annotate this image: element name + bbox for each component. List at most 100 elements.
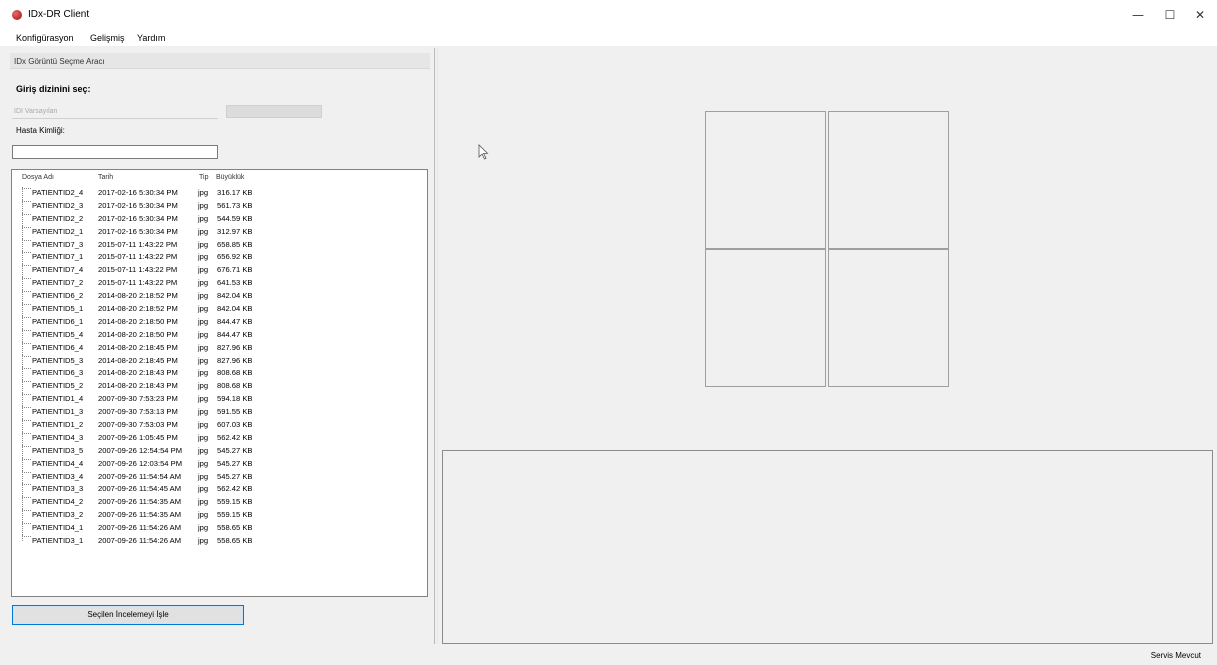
file-size-cell: 842.04 KB bbox=[217, 291, 253, 301]
image-tile-3[interactable] bbox=[705, 249, 826, 387]
column-header-type[interactable]: Tip bbox=[199, 174, 208, 181]
file-name-cell: PATIENTID6_4 bbox=[32, 342, 84, 352]
tree-connector bbox=[22, 536, 31, 538]
file-list-row[interactable]: PATIENTID2_1 2017-02-16 5:30:34 PM jpg 312.… bbox=[12, 225, 427, 239]
file-list-row[interactable]: PATIENTID3_3 2007-09-26 11:54:45 AM jpg 562… bbox=[12, 483, 427, 497]
file-list-row[interactable]: PATIENTID4_1 2007-09-26 11:54:26 AM jpg 558… bbox=[12, 522, 427, 536]
image-tile-4[interactable] bbox=[828, 249, 949, 387]
file-date-cell: 2014-08-20 2:18:50 PM bbox=[98, 316, 178, 326]
image-tile-2[interactable] bbox=[828, 111, 949, 249]
file-list-row[interactable]: PATIENTID5_2 2014-08-20 2:18:43 PM jpg 808.… bbox=[12, 380, 427, 394]
file-type-cell: jpg bbox=[198, 484, 209, 494]
file-size-cell: 558.65 KB bbox=[217, 523, 253, 533]
tree-connector bbox=[22, 226, 31, 228]
image-tile-1[interactable] bbox=[705, 111, 826, 249]
file-type-cell: jpg bbox=[198, 432, 209, 442]
file-name-cell: PATIENTID7_2 bbox=[32, 278, 84, 288]
column-header-filename[interactable]: Dosya Adı bbox=[22, 174, 54, 181]
title-bar: IDx-DR Client — ☐ ✕ bbox=[0, 0, 1217, 30]
file-date-cell: 2017-02-16 5:30:34 PM bbox=[98, 213, 178, 223]
file-name-cell: PATIENTID6_1 bbox=[32, 316, 84, 326]
file-type-cell: jpg bbox=[198, 291, 209, 301]
file-size-cell: 844.47 KB bbox=[217, 316, 253, 326]
file-list-row[interactable]: PATIENTID4_2 2007-09-26 11:54:35 AM jpg 559… bbox=[12, 496, 427, 510]
file-name-cell: PATIENTID2_1 bbox=[32, 226, 84, 236]
file-date-cell: 2017-02-16 5:30:34 PM bbox=[98, 226, 178, 236]
menu-advanced[interactable]: Gelişmiş bbox=[90, 33, 125, 43]
file-list-row[interactable]: PATIENTID3_4 2007-09-26 11:54:54 AM jpg 545… bbox=[12, 470, 427, 484]
file-list-row[interactable]: PATIENTID2_4 2017-02-16 5:30:34 PM jpg 316.… bbox=[12, 187, 427, 200]
file-list-row[interactable]: PATIENTID3_5 2007-09-26 12:54:54 PM jpg 545… bbox=[12, 444, 427, 458]
file-size-cell: 544.59 KB bbox=[217, 213, 253, 223]
file-list-row[interactable]: PATIENTID5_3 2014-08-20 2:18:45 PM jpg 827.… bbox=[12, 354, 427, 368]
tree-connector bbox=[22, 291, 31, 293]
file-list-row[interactable]: PATIENTID6_4 2014-08-20 2:18:45 PM jpg 827.… bbox=[12, 341, 427, 355]
file-type-cell: jpg bbox=[198, 458, 209, 468]
menu-configuration[interactable]: Konfigürasyon bbox=[16, 33, 74, 43]
file-list-row[interactable]: PATIENTID7_1 2015-07-11 1:43:22 PM jpg 656.… bbox=[12, 251, 427, 265]
tree-connector bbox=[22, 368, 31, 370]
column-header-date[interactable]: Tarih bbox=[98, 174, 113, 181]
image-viewer bbox=[442, 48, 1213, 448]
file-size-cell: 827.96 KB bbox=[217, 342, 253, 352]
column-header-size[interactable]: Büyüklük bbox=[216, 174, 244, 181]
patient-id-field[interactable] bbox=[12, 145, 218, 159]
tree-connector bbox=[22, 329, 31, 331]
file-name-cell: PATIENTID3_1 bbox=[32, 536, 84, 546]
process-selected-button[interactable]: Seçilen İncelemeyi İşle bbox=[12, 605, 244, 625]
file-list-header: Dosya Adı Tarih Tip Büyüklük bbox=[12, 170, 427, 184]
tree-connector bbox=[22, 316, 31, 318]
file-list-row[interactable]: PATIENTID4_3 2007-09-26 1:05:45 PM jpg 562.… bbox=[12, 431, 427, 445]
tree-connector bbox=[22, 407, 31, 409]
file-list-row[interactable]: PATIENTID7_2 2015-07-11 1:43:22 PM jpg 641.… bbox=[12, 277, 427, 291]
file-list-row[interactable]: PATIENTID3_2 2007-09-26 11:54:35 AM jpg 559… bbox=[12, 509, 427, 523]
file-name-cell: PATIENTID7_4 bbox=[32, 265, 84, 275]
file-list-row[interactable]: PATIENTID7_4 2015-07-11 1:43:22 PM jpg 676.… bbox=[12, 264, 427, 278]
file-name-cell: PATIENTID3_3 bbox=[32, 484, 84, 494]
file-type-cell: jpg bbox=[198, 239, 209, 249]
file-list-row[interactable]: PATIENTID6_3 2014-08-20 2:18:43 PM jpg 808.… bbox=[12, 367, 427, 381]
file-name-cell: PATIENTID5_2 bbox=[32, 381, 84, 391]
file-list[interactable]: Dosya Adı Tarih Tip Büyüklük PATIENTID2_… bbox=[11, 169, 428, 597]
file-list-row[interactable]: PATIENTID5_1 2014-08-20 2:18:52 PM jpg 842.… bbox=[12, 303, 427, 316]
file-size-cell: 656.92 KB bbox=[217, 252, 253, 262]
file-size-cell: 658.85 KB bbox=[217, 239, 253, 249]
file-size-cell: 594.18 KB bbox=[217, 394, 253, 404]
file-name-cell: PATIENTID3_5 bbox=[32, 445, 84, 455]
file-list-row[interactable]: PATIENTID5_4 2014-08-20 2:18:50 PM jpg 844.… bbox=[12, 328, 427, 342]
close-button[interactable]: ✕ bbox=[1188, 6, 1212, 24]
file-list-row[interactable]: PATIENTID6_2 2014-08-20 2:18:52 PM jpg 842.… bbox=[12, 290, 427, 304]
tree-connector bbox=[22, 265, 31, 267]
tree-connector bbox=[22, 304, 31, 306]
maximize-button[interactable]: ☐ bbox=[1158, 6, 1182, 24]
file-size-cell: 559.15 KB bbox=[217, 497, 253, 507]
file-list-rows: PATIENTID2_4 2017-02-16 5:30:34 PM jpg 316.… bbox=[12, 187, 427, 548]
file-list-row[interactable]: PATIENTID4_4 2007-09-26 12:03:54 PM jpg 545… bbox=[12, 457, 427, 471]
input-dir-field[interactable]: IDI Varsayılan bbox=[12, 105, 218, 119]
minimize-button[interactable]: — bbox=[1126, 6, 1150, 24]
file-date-cell: 2007-09-26 11:54:45 AM bbox=[98, 484, 182, 494]
browse-dir-button[interactable] bbox=[226, 105, 322, 118]
file-date-cell: 2015-07-11 1:43:22 PM bbox=[98, 278, 178, 288]
file-size-cell: 562.42 KB bbox=[217, 432, 253, 442]
file-list-row[interactable]: PATIENTID2_3 2017-02-16 5:30:34 PM jpg 561.… bbox=[12, 199, 427, 213]
file-list-row[interactable]: PATIENTID1_2 2007-09-30 7:53:03 PM jpg 607.… bbox=[12, 419, 427, 432]
file-list-row[interactable]: PATIENTID1_4 2007-09-30 7:53:23 PM jpg 594.… bbox=[12, 393, 427, 407]
file-type-cell: jpg bbox=[198, 342, 209, 352]
file-date-cell: 2014-08-20 2:18:43 PM bbox=[98, 368, 178, 378]
tree-connector bbox=[22, 458, 31, 460]
file-name-cell: PATIENTID4_1 bbox=[32, 523, 84, 533]
menu-help[interactable]: Yardım bbox=[137, 33, 165, 43]
file-list-row[interactable]: PATIENTID2_2 2017-02-16 5:30:34 PM jpg 544.… bbox=[12, 212, 427, 226]
file-list-row[interactable]: PATIENTID7_3 2015-07-11 1:43:22 PM jpg 658.… bbox=[12, 238, 427, 252]
file-list-row[interactable]: PATIENTID1_3 2007-09-30 7:53:13 PM jpg 591.… bbox=[12, 406, 427, 420]
file-date-cell: 2007-09-26 11:54:54 AM bbox=[98, 471, 182, 481]
tree-connector bbox=[22, 239, 31, 241]
panel-splitter[interactable] bbox=[434, 48, 438, 644]
file-name-cell: PATIENTID7_1 bbox=[32, 252, 84, 262]
file-name-cell: PATIENTID4_4 bbox=[32, 458, 84, 468]
file-type-cell: jpg bbox=[198, 278, 209, 288]
file-date-cell: 2007-09-26 12:03:54 PM bbox=[98, 458, 183, 468]
file-list-row[interactable]: PATIENTID3_1 2007-09-26 11:54:26 AM jpg 558… bbox=[12, 535, 427, 548]
file-list-row[interactable]: PATIENTID6_1 2014-08-20 2:18:50 PM jpg 844.… bbox=[12, 315, 427, 329]
